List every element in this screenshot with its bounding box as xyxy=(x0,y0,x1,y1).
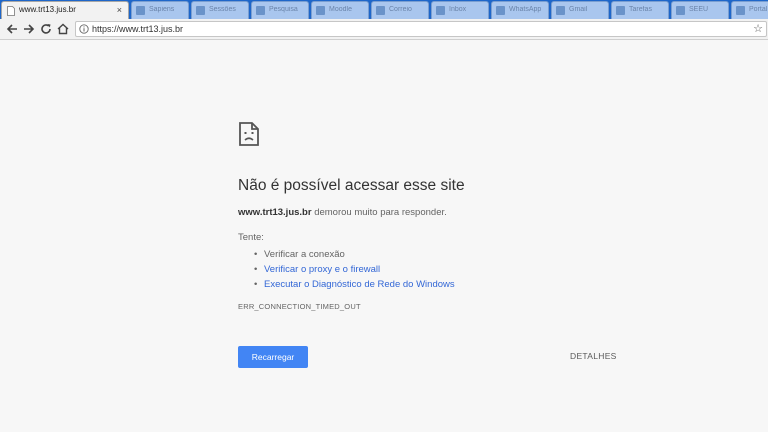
tab-favicon-icon xyxy=(316,6,325,15)
try-label: Tente: xyxy=(238,232,264,243)
browser-toolbar: https://www.trt13.jus.br ☆ xyxy=(0,19,768,40)
suggestion-check-proxy-link[interactable]: Verificar o proxy e o firewall xyxy=(254,262,455,277)
tab-inactive[interactable]: WhatsApp xyxy=(491,1,549,19)
tab-title: Inbox xyxy=(449,6,467,13)
bookmark-star-icon[interactable]: ☆ xyxy=(753,22,763,36)
error-description-text: demorou muito para responder. xyxy=(311,207,447,218)
tab-inactive[interactable]: Sapiens xyxy=(131,1,189,19)
tab-close-icon[interactable]: × xyxy=(117,4,122,16)
tab-inactive[interactable]: Tarefas xyxy=(611,1,669,19)
tab-title: WhatsApp xyxy=(509,6,542,13)
tab-title: Gmail xyxy=(569,6,588,13)
tab-favicon-icon xyxy=(256,6,265,15)
tab-active[interactable]: www.trt13.jus.br × xyxy=(1,1,129,19)
tab-favicon-icon xyxy=(196,6,205,15)
error-code: ERR_CONNECTION_TIMED_OUT xyxy=(238,302,361,311)
tab-inactive[interactable]: Correio xyxy=(371,1,429,19)
details-button[interactable]: DETALHES xyxy=(570,351,617,361)
address-bar[interactable]: https://www.trt13.jus.br ☆ xyxy=(75,21,767,37)
tab-title: Tarefas xyxy=(629,6,652,13)
tab-favicon-icon xyxy=(436,6,445,15)
forward-button[interactable] xyxy=(22,22,36,36)
error-description: www.trt13.jus.br demorou muito para resp… xyxy=(238,207,447,218)
tab-inactive[interactable]: Sessões xyxy=(191,1,249,19)
reload-button[interactable]: Recarregar xyxy=(238,346,308,368)
tab-favicon-icon xyxy=(496,6,505,15)
tab-strip: www.trt13.jus.br × Sapiens Sessões Pesquis… xyxy=(0,0,768,19)
tab-title: SEEU xyxy=(689,6,709,13)
tab-title: www.trt13.jus.br xyxy=(19,5,76,14)
tab-title: Portal xyxy=(749,6,768,13)
page-icon xyxy=(7,6,15,16)
tab-favicon-icon xyxy=(556,6,565,15)
tab-inactive[interactable]: Gmail xyxy=(551,1,609,19)
tab-favicon-icon xyxy=(376,6,385,15)
error-host: www.trt13.jus.br xyxy=(238,207,312,218)
tab-inactive[interactable]: Portal xyxy=(731,1,768,19)
suggestion-check-connection: Verificar a conexão xyxy=(254,247,455,262)
suggestion-network-diagnostics-link[interactable]: Executar o Diagnóstico de Rede do Window… xyxy=(254,277,455,292)
tab-favicon-icon xyxy=(736,6,745,15)
tab-title: Pesquisa xyxy=(269,6,298,13)
error-heading: Não é possível acessar esse site xyxy=(238,177,465,194)
tab-favicon-icon xyxy=(676,6,685,15)
tab-inactive[interactable]: Inbox xyxy=(431,1,489,19)
address-url[interactable]: https://www.trt13.jus.br xyxy=(92,24,183,34)
sad-page-icon xyxy=(239,122,259,146)
tab-title: Sapiens xyxy=(149,6,175,13)
tab-title: Sessões xyxy=(209,6,236,13)
suggestions-list: Verificar a conexão Verificar o proxy e … xyxy=(254,247,455,292)
tab-inactive[interactable]: Moodle xyxy=(311,1,369,19)
tab-favicon-icon xyxy=(136,6,145,15)
home-icon xyxy=(57,23,69,35)
tab-inactive[interactable]: SEEU xyxy=(671,1,729,19)
home-button[interactable] xyxy=(56,22,70,36)
page-content xyxy=(0,41,768,432)
back-arrow-icon xyxy=(6,24,17,34)
forward-arrow-icon xyxy=(24,24,35,34)
tab-title: Correio xyxy=(389,6,412,13)
tab-title: Moodle xyxy=(329,6,352,13)
tab-inactive[interactable]: Pesquisa xyxy=(251,1,309,19)
reload-toolbar-button[interactable] xyxy=(39,22,53,36)
tab-favicon-icon xyxy=(616,6,625,15)
reload-icon xyxy=(41,24,51,34)
info-icon[interactable] xyxy=(79,24,89,34)
back-button[interactable] xyxy=(5,22,19,36)
